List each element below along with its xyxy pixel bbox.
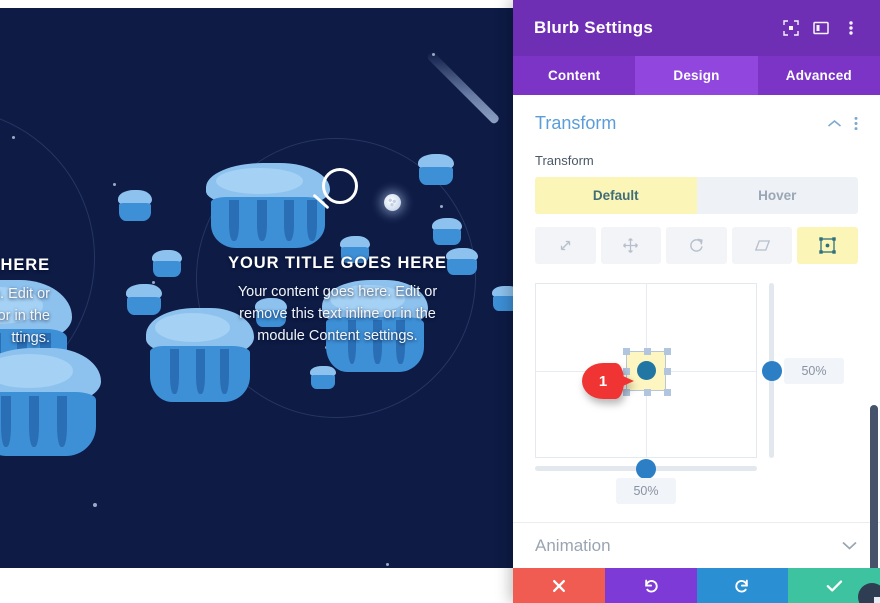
magnifier-icon bbox=[322, 168, 358, 204]
transform-mode-toolbar bbox=[535, 227, 858, 264]
step-marker-label: 1 bbox=[598, 372, 608, 390]
animation-section-header[interactable]: Animation bbox=[513, 522, 880, 568]
chevron-down-icon[interactable] bbox=[841, 540, 858, 551]
panel-body: Transform Transform Default Hover 1 50% … bbox=[513, 95, 880, 568]
tab-design[interactable]: Design bbox=[635, 56, 758, 95]
iceberg-small bbox=[418, 154, 454, 186]
animation-section-title: Animation bbox=[535, 535, 611, 555]
page-preview-canvas[interactable]: S HERE e. Edit or or in the ttings. YOUR… bbox=[0, 0, 513, 603]
panel-tabs: Content Design Advanced bbox=[513, 56, 880, 95]
vertical-dots-icon[interactable] bbox=[854, 116, 858, 131]
rotate-icon[interactable] bbox=[666, 227, 727, 264]
settings-panel: Blurb Settings Content Design Advanced T… bbox=[513, 0, 880, 603]
blurb-title: YOUR TITLE GOES HERE bbox=[228, 254, 447, 272]
origin-icon[interactable] bbox=[797, 227, 858, 264]
panel-footer bbox=[513, 568, 880, 603]
blurb-partial-body: e. Edit or or in the ttings. bbox=[0, 286, 50, 346]
iceberg-small bbox=[446, 248, 478, 276]
origin-horizontal-value[interactable]: 50% bbox=[616, 478, 676, 504]
origin-horizontal-slider[interactable] bbox=[535, 458, 757, 479]
translate-icon[interactable] bbox=[600, 227, 662, 264]
step-marker-1: 1 bbox=[582, 363, 634, 399]
focus-mode-icon[interactable] bbox=[776, 13, 806, 43]
transform-section-header: Transform bbox=[535, 113, 858, 134]
tab-content[interactable]: Content bbox=[513, 56, 635, 95]
cancel-button[interactable] bbox=[513, 568, 605, 603]
hero-scene: S HERE e. Edit or or in the ttings. YOUR… bbox=[0, 8, 513, 568]
origin-horizontal-slider-handle[interactable] bbox=[636, 458, 656, 479]
panel-title: Blurb Settings bbox=[534, 18, 653, 37]
star bbox=[93, 503, 97, 507]
origin-vertical-value[interactable]: 50% bbox=[784, 358, 844, 384]
iceberg-small bbox=[492, 286, 513, 311]
origin-vertical-slider-handle[interactable] bbox=[761, 360, 782, 381]
iceberg-small bbox=[126, 284, 162, 316]
chevron-up-icon[interactable] bbox=[827, 119, 842, 129]
undo-button[interactable] bbox=[604, 568, 697, 603]
state-toggle: Default Hover bbox=[535, 177, 858, 214]
iceberg-small bbox=[152, 250, 182, 278]
corner-widget[interactable] bbox=[858, 583, 880, 603]
iceberg-small bbox=[310, 366, 336, 389]
blurb-partial[interactable]: S HERE e. Edit or or in the ttings. bbox=[0, 256, 50, 349]
iceberg bbox=[206, 163, 330, 249]
more-options-icon[interactable] bbox=[836, 13, 866, 43]
scale-icon[interactable] bbox=[535, 227, 596, 264]
iceberg bbox=[0, 348, 101, 457]
layout-view-icon[interactable] bbox=[806, 13, 836, 43]
panel-scrollbar-thumb[interactable] bbox=[870, 405, 878, 568]
blurb-module[interactable]: YOUR TITLE GOES HERE Your content goes h… bbox=[225, 254, 450, 347]
transform-field-label: Transform bbox=[535, 153, 594, 168]
state-hover-option[interactable]: Hover bbox=[697, 177, 859, 214]
state-default-option[interactable]: Default bbox=[535, 177, 697, 214]
tab-advanced[interactable]: Advanced bbox=[758, 56, 880, 95]
panel-header: Blurb Settings bbox=[513, 0, 880, 56]
blurb-partial-title: S HERE bbox=[0, 256, 50, 274]
origin-vertical-slider[interactable] bbox=[761, 283, 782, 458]
star bbox=[386, 563, 389, 566]
comet-tail bbox=[426, 50, 501, 126]
transform-section: Transform Transform Default Hover 1 50% … bbox=[513, 95, 880, 504]
star bbox=[12, 136, 15, 139]
transform-origin-picker: 1 50% 50% bbox=[535, 280, 858, 504]
star bbox=[113, 183, 116, 186]
origin-grid[interactable]: 1 bbox=[535, 283, 757, 458]
blurb-body: Your content goes here. Edit or remove t… bbox=[237, 284, 438, 344]
redo-button[interactable] bbox=[696, 568, 789, 603]
star bbox=[440, 205, 443, 208]
app-root: S HERE e. Edit or or in the ttings. YOUR… bbox=[0, 0, 880, 603]
comet-head-icon bbox=[384, 194, 401, 211]
section-title: Transform bbox=[535, 113, 617, 133]
iceberg-small bbox=[432, 218, 462, 246]
iceberg-small bbox=[118, 190, 152, 222]
skew-icon[interactable] bbox=[731, 227, 793, 264]
origin-handle[interactable] bbox=[636, 361, 656, 380]
